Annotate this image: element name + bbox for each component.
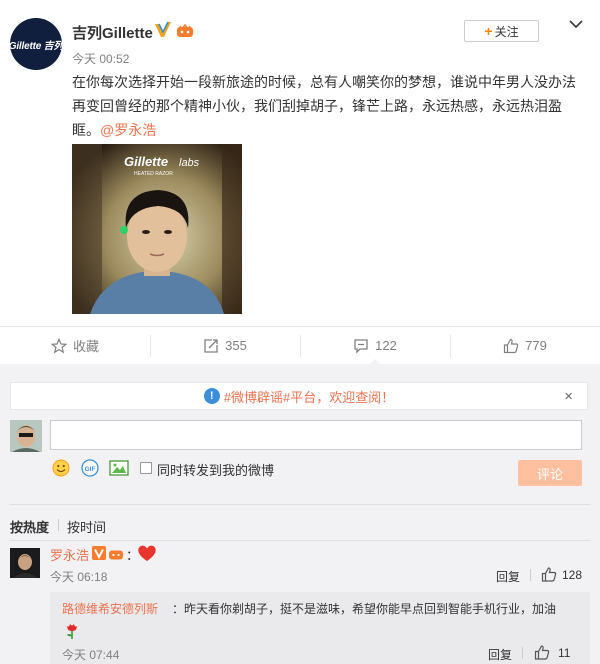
author-avatar[interactable]: Gillette 吉列: [10, 18, 62, 70]
separator: [530, 569, 531, 581]
notice-bar[interactable]: ! #微博辟谣#平台，欢迎查阅！ ×: [10, 382, 588, 410]
divider: [10, 504, 590, 505]
verified-v-icon: [92, 546, 106, 560]
sort-by-time-tab[interactable]: 按时间: [67, 517, 106, 536]
image-caption-text: HEATED RAZOR: [134, 171, 173, 177]
info-icon: !: [203, 388, 220, 404]
sub-reply-like-count: 11: [558, 646, 571, 660]
favorite-label: 收藏: [72, 339, 99, 354]
follow-label: 关注: [494, 24, 519, 39]
comment-like-count: 128: [562, 568, 583, 582]
follow-button[interactable]: + 关注: [464, 20, 539, 42]
sub-reply-text: ：昨天看你剃胡子，挺不是滋味，希望你能早点回到智能手机行业，加油: [172, 602, 557, 616]
mention-link[interactable]: @罗永浩: [100, 122, 156, 138]
avatar-logo-text: Gillette 吉列: [10, 40, 62, 52]
portrait-photo: Gillette labs HEATED RAZOR: [72, 144, 242, 314]
heart-icon: [138, 545, 156, 561]
my-avatar-image: [10, 420, 42, 452]
gif-icon[interactable]: GIF: [81, 459, 99, 477]
sub-reply-time: 今天 07:44: [62, 648, 120, 662]
post-time[interactable]: 今天 00:52: [72, 50, 129, 67]
commenter-avatar-image: [10, 548, 40, 578]
favorite-button[interactable]: 收藏: [0, 327, 150, 364]
comment-time: 今天 06:18: [50, 570, 108, 584]
repost-button[interactable]: 355: [150, 327, 300, 364]
my-avatar[interactable]: [10, 420, 42, 452]
sub-reply-name[interactable]: 路德维希安德列斯: [62, 600, 158, 617]
separator: [522, 647, 523, 659]
star-icon: [50, 337, 67, 353]
repost-count: 355: [225, 338, 247, 353]
thumbs-up-icon: [504, 338, 519, 353]
close-icon[interactable]: ×: [564, 388, 573, 405]
notice-text[interactable]: #微博辟谣#平台，欢迎查阅！: [224, 387, 394, 406]
comment-panel: ! #微博辟谣#平台，欢迎查阅！ × GIF 同时转发到我的微博 评论 按热度 …: [0, 364, 600, 664]
member-crown-icon[interactable]: [176, 24, 194, 38]
image-icon[interactable]: [109, 459, 129, 477]
image-brand-sub-text: labs: [179, 157, 200, 169]
image-brand-text: Gillette: [124, 154, 168, 169]
action-bar: 收藏 355 122 779: [0, 326, 600, 364]
sub-reply-button[interactable]: 回复: [488, 646, 512, 663]
commenter-avatar[interactable]: [10, 548, 40, 578]
sort-by-hot-tab[interactable]: 按热度: [10, 517, 49, 536]
repost-checkbox-label[interactable]: 同时转发到我的微博: [157, 460, 274, 479]
chevron-down-icon[interactable]: [568, 18, 584, 30]
reply-button[interactable]: 回复: [496, 568, 520, 585]
separator: [58, 519, 59, 531]
like-button[interactable]: 779: [450, 327, 600, 364]
rose-icon: [67, 624, 77, 639]
like-count: 779: [525, 338, 547, 353]
emoji-icon[interactable]: [52, 459, 70, 477]
comment-icon: [354, 338, 368, 354]
submit-comment-button[interactable]: 评论: [518, 460, 582, 486]
divider: [10, 540, 590, 541]
post-text: 在你每次选择开始一段新旅途的时候，总有人嘲笑你的梦想，谁说中年男人没办法再变回曾…: [72, 70, 580, 142]
post-image[interactable]: Gillette labs HEATED RAZOR: [72, 144, 242, 314]
plus-icon: +: [484, 23, 493, 39]
thumbs-up-icon[interactable]: [541, 567, 557, 582]
commenter-name[interactable]: 罗永浩: [50, 545, 89, 564]
comment-count: 122: [375, 338, 397, 353]
verified-v-icon: [155, 21, 171, 37]
repost-checkbox[interactable]: [140, 462, 152, 474]
author-name[interactable]: 吉列Gillette: [72, 22, 153, 43]
member-crown-icon[interactable]: [108, 548, 124, 560]
comment-input[interactable]: [50, 420, 582, 450]
thumbs-up-icon[interactable]: [534, 645, 550, 660]
gif-text: GIF: [85, 466, 96, 473]
weibo-post: Gillette 吉列 吉列Gillette + 关注 今天 00:52 在你每…: [0, 0, 600, 326]
sub-reply: 路德维希安德列斯 ：昨天看你剃胡子，挺不是滋味，希望你能早点回到智能手机行业，加…: [50, 592, 590, 664]
repost-icon: [204, 338, 218, 353]
